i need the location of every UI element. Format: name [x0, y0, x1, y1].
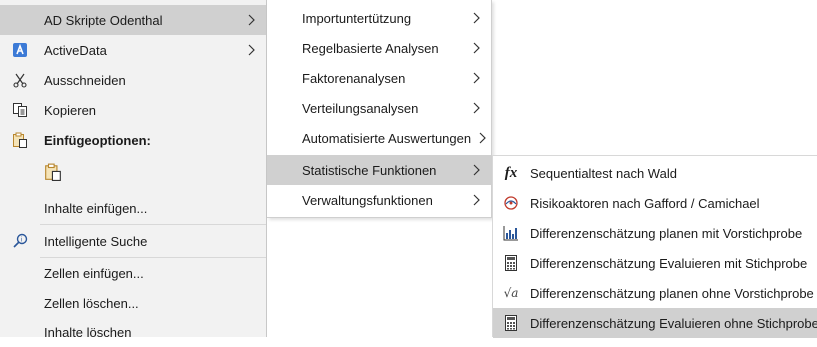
menu-item-smart-lookup[interactable]: i Intelligente Suche	[0, 226, 266, 256]
menu-item-label: Statistische Funktionen	[302, 162, 437, 178]
menu-item-label: Sequentialtest nach Wald	[530, 165, 677, 181]
context-menu: AD Skripte Odenthal ActiveData Ausschnei…	[0, 0, 267, 340]
menu-item-label: Verwaltungsfunktionen	[302, 192, 433, 208]
stat-item-plan-without-sample[interactable]: √a Differenzenschätzung planen ohne Vors…	[493, 278, 817, 308]
menu-item-copy[interactable]: Kopieren	[0, 95, 266, 125]
chevron-right-icon	[248, 44, 255, 56]
menu-item-label: Inhalte einfügen...	[44, 200, 148, 216]
menu-item-label: Zellen löschen...	[44, 295, 139, 311]
menu-item-cut[interactable]: Ausschneiden	[0, 65, 266, 95]
menu-item-label: Risikoaktoren nach Gafford / Camichael	[530, 195, 760, 211]
menu-item-label: Differenzenschätzung Evaluieren mit Stic…	[530, 255, 808, 271]
stat-item-evaluate-with-sample[interactable]: Differenzenschätzung Evaluieren mit Stic…	[493, 248, 817, 278]
submenu-item-automated[interactable]: Automatisierte Auswertungen	[267, 123, 491, 153]
stat-item-risk-factors[interactable]: Risikoaktoren nach Gafford / Camichael	[493, 188, 817, 218]
menu-item-label: AD Skripte Odenthal	[44, 12, 163, 28]
menu-item-label: Einfügeoptionen:	[44, 132, 151, 148]
risk-icon	[503, 195, 519, 211]
submenu-item-factors[interactable]: Faktorenanalysen	[267, 63, 491, 93]
search-icon: i	[12, 233, 28, 249]
menu-item-delete-cells[interactable]: Zellen löschen...	[0, 288, 266, 318]
submenu-item-import[interactable]: Importuntertützung	[267, 3, 491, 33]
chevron-right-icon	[473, 102, 480, 114]
menu-item-label: Kopieren	[44, 102, 97, 118]
menu-item-label: Automatisierte Auswertungen	[302, 130, 472, 146]
paste-icon[interactable]	[44, 163, 61, 181]
svg-text:i: i	[21, 236, 23, 243]
menu-item-paste-options: Einfügeoptionen:	[0, 125, 266, 155]
ad-submenu: Importuntertützung Regelbasierte Analyse…	[267, 0, 492, 218]
sqrt-icon: √a	[503, 286, 519, 300]
menu-item-label: Inhalte löschen	[44, 324, 132, 340]
chevron-right-icon	[248, 14, 255, 26]
chevron-right-icon	[473, 72, 480, 84]
menu-item-ad-skripte[interactable]: AD Skripte Odenthal	[0, 5, 266, 35]
calculator-icon	[503, 255, 519, 271]
submenu-item-statistics[interactable]: Statistische Funktionen	[267, 155, 491, 185]
menu-item-clear-contents[interactable]: Inhalte löschen	[0, 317, 266, 347]
menu-item-label: Regelbasierte Analysen	[302, 40, 439, 56]
copy-icon	[12, 102, 28, 118]
activedata-icon	[12, 42, 28, 58]
paste-icon	[12, 132, 28, 148]
menu-item-label: Differenzenschätzung planen ohne Vorstic…	[530, 285, 814, 301]
calculator-icon	[503, 315, 519, 331]
menu-item-label: ActiveData	[44, 42, 107, 58]
stat-item-evaluate-without-sample[interactable]: Differenzenschätzung Evaluieren ohne Sti…	[493, 308, 817, 338]
fx-icon: fx	[504, 164, 518, 181]
submenu-item-distribution[interactable]: Verteilungsanalysen	[267, 93, 491, 123]
submenu-item-rules[interactable]: Regelbasierte Analysen	[267, 33, 491, 63]
menu-item-label: Ausschneiden	[44, 72, 126, 88]
chevron-right-icon	[479, 132, 486, 144]
menu-item-activedata[interactable]: ActiveData	[0, 35, 266, 65]
scissors-icon	[12, 72, 28, 88]
stat-item-sequential-test[interactable]: fx Sequentialtest nach Wald	[493, 158, 817, 188]
menu-item-label: Faktorenanalysen	[302, 70, 406, 86]
menu-item-label: Verteilungsanalysen	[302, 100, 419, 116]
menu-item-label: Intelligente Suche	[44, 233, 148, 249]
chart-icon	[503, 225, 519, 241]
chevron-right-icon	[473, 164, 480, 176]
menu-item-label: Zellen einfügen...	[44, 265, 144, 281]
statistics-submenu: fx Sequentialtest nach Wald Risikoaktore…	[492, 155, 817, 338]
menu-separator	[40, 224, 266, 225]
menu-item-label: Importuntertützung	[302, 10, 412, 26]
chevron-right-icon	[473, 42, 480, 54]
chevron-right-icon	[473, 12, 480, 24]
chevron-right-icon	[473, 194, 480, 206]
submenu-item-admin[interactable]: Verwaltungsfunktionen	[267, 185, 491, 215]
menu-item-paste-button[interactable]	[0, 155, 266, 191]
menu-item-paste-special[interactable]: Inhalte einfügen...	[0, 193, 266, 223]
menu-item-label: Differenzenschätzung Evaluieren ohne Sti…	[530, 315, 817, 331]
menu-item-label: Differenzenschätzung planen mit Vorstich…	[530, 225, 803, 241]
stat-item-plan-with-sample[interactable]: Differenzenschätzung planen mit Vorstich…	[493, 218, 817, 248]
menu-item-insert-cells[interactable]: Zellen einfügen...	[0, 258, 266, 288]
